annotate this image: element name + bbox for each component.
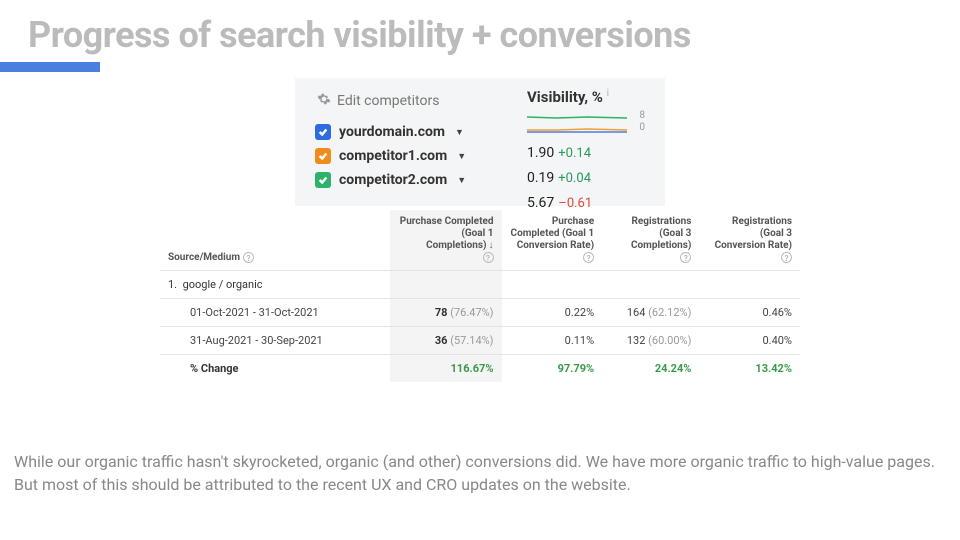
checkbox-icon [315,172,331,188]
help-icon[interactable]: ? [483,252,494,263]
table-group-row: 1. google / organic [160,271,800,299]
competitor-domain: competitor1.com [339,148,447,164]
visibility-value-row: 1.90+0.14 [527,145,687,161]
col-reg-rate[interactable]: Registrations (Goal 3 Conversion Rate)? [699,210,800,271]
chevron-down-icon: ▼ [457,151,466,162]
checkbox-icon [315,148,331,164]
info-icon: i [607,88,609,99]
col-source[interactable]: Source/Medium? [160,210,390,271]
col-purchase-completions[interactable]: Purchase Completed (Goal 1 Completions)↓… [390,210,502,271]
spark-max: 8 [639,110,645,122]
help-icon[interactable]: ? [680,252,691,263]
help-icon[interactable]: ? [781,252,792,263]
edit-competitors-label: Edit competitors [337,93,439,109]
visibility-panel: Edit competitors yourdomain.com ▼ compet… [295,78,665,206]
help-icon[interactable]: ? [583,252,594,263]
chevron-down-icon: ▼ [457,175,466,186]
table-row: 31-Aug-2021 - 30-Sep-2021 36 (57.14%) 0.… [160,327,800,355]
checkbox-icon [315,124,331,140]
help-icon[interactable]: ? [243,252,254,263]
visibility-column: Visibility, % i 8 0 1.90+0.14 0.19+0.04 [527,78,687,220]
visibility-value-row: 0.19+0.04 [527,170,687,186]
table-row: 01-Oct-2021 - 31-Oct-2021 78 (76.47%) 0.… [160,299,800,327]
gear-icon [317,92,331,110]
competitor-domain: competitor2.com [339,172,447,188]
sparkline-chart: 8 0 [527,110,627,136]
spark-min: 0 [639,122,645,134]
accent-bar [0,62,100,72]
sort-desc-icon: ↓ [489,240,494,251]
page-title: Progress of search visibility + conversi… [0,0,960,62]
visibility-title: Visibility, % i [527,88,687,106]
analytics-table: Source/Medium? Purchase Completed (Goal … [160,210,800,382]
visibility-value-row: 5.67–0.61 [527,195,687,211]
competitor-domain: yourdomain.com [339,124,445,140]
table-change-row: % Change 116.67% 97.79% 24.24% 13.42% [160,355,800,383]
body-paragraph: While our organic traffic hasn't skyrock… [14,450,946,496]
chevron-down-icon: ▼ [455,127,464,138]
